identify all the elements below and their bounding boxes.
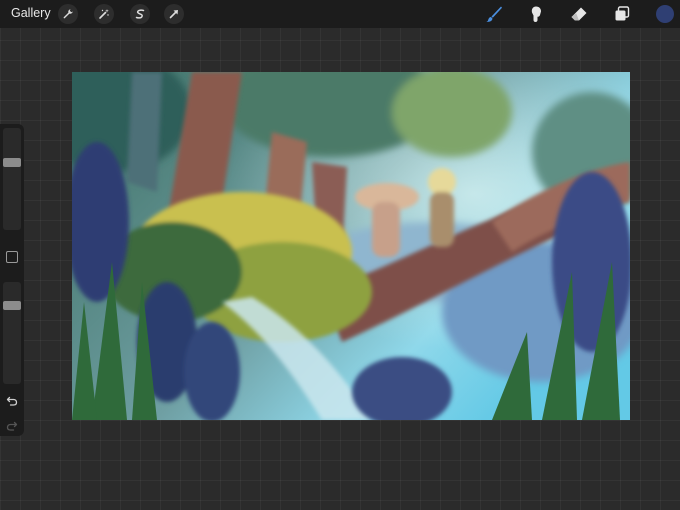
left-sidebar xyxy=(0,124,24,436)
eraser-icon xyxy=(571,7,587,21)
smudge-icon xyxy=(531,6,542,22)
transform-arrow-icon xyxy=(169,10,178,19)
transform-tool-icon[interactable] xyxy=(164,4,184,24)
brush-tool-icon[interactable] xyxy=(484,4,504,24)
gallery-button[interactable]: Gallery xyxy=(11,6,51,20)
brush-size-slider[interactable] xyxy=(3,128,21,230)
top-toolbar: Gallery xyxy=(0,0,680,28)
forest-painting-artwork xyxy=(72,72,630,420)
smudge-tool-icon[interactable] xyxy=(526,4,546,24)
redo-icon xyxy=(6,421,18,431)
selection-icon xyxy=(135,9,145,19)
magic-wand-icon xyxy=(99,9,109,19)
brush-icon xyxy=(486,6,502,22)
painting-canvas[interactable] xyxy=(72,72,630,420)
modify-square-icon[interactable] xyxy=(6,251,18,263)
adjustments-wand-icon[interactable] xyxy=(94,4,114,24)
undo-icon xyxy=(6,396,18,406)
layers-button[interactable] xyxy=(612,4,632,24)
redo-button[interactable] xyxy=(5,419,19,433)
actions-wrench-icon[interactable] xyxy=(58,4,78,24)
selection-tool-icon[interactable] xyxy=(130,4,150,24)
color-picker-swatch[interactable] xyxy=(656,5,674,23)
layers-icon xyxy=(615,6,630,21)
opacity-slider[interactable] xyxy=(3,282,21,384)
undo-button[interactable] xyxy=(5,394,19,408)
wrench-icon xyxy=(63,9,73,19)
eraser-tool-icon[interactable] xyxy=(569,4,589,24)
opacity-thumb[interactable] xyxy=(3,300,21,310)
brush-size-thumb[interactable] xyxy=(3,157,21,167)
